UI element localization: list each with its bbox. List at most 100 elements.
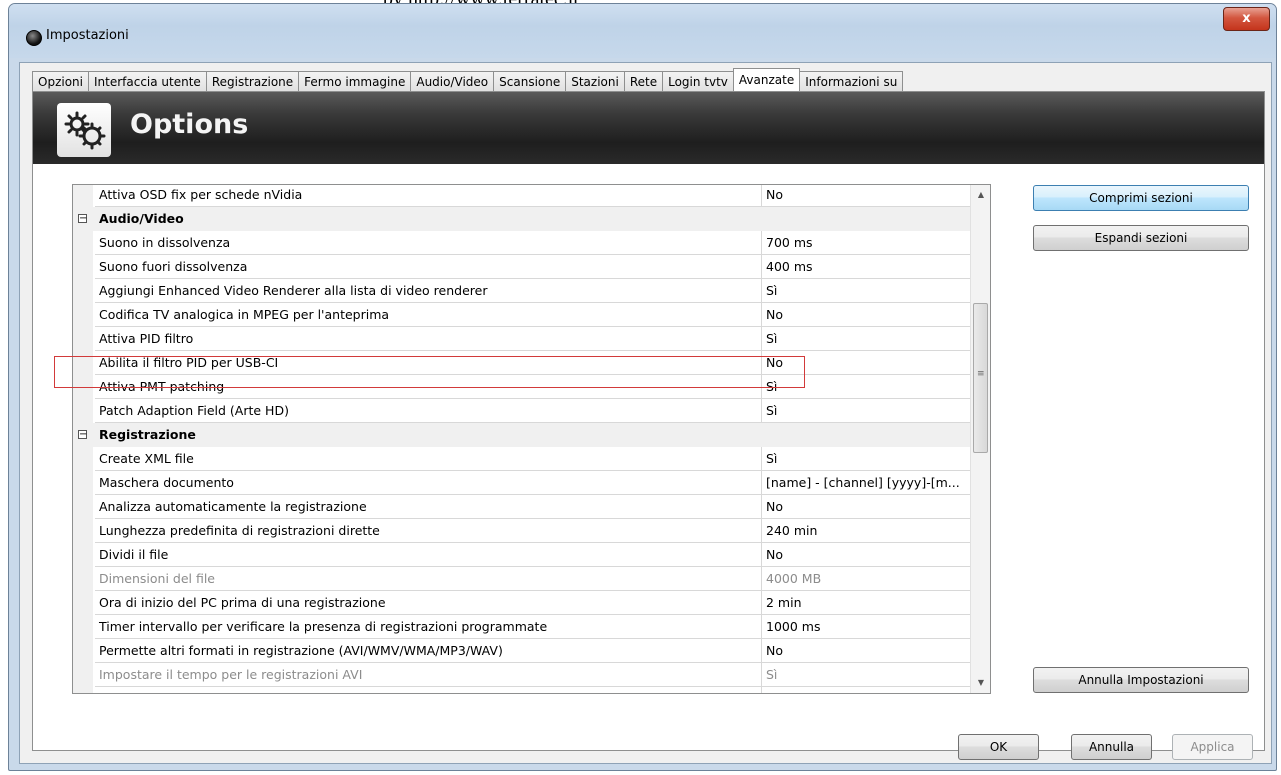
- property-value[interactable]: 2 min: [762, 591, 990, 615]
- grid-property-row[interactable]: Create XML file Sì: [73, 447, 990, 471]
- property-name: Suono in dissolvenza: [95, 231, 762, 255]
- title-bar: Impostazioni x: [9, 4, 1276, 58]
- property-value[interactable]: 240 min: [762, 519, 990, 543]
- property-value[interactable]: [name] - [channel] [yyyy]-[m...: [762, 471, 990, 495]
- property-name: Aggiungi Enhanced Video Renderer alla li…: [95, 279, 762, 303]
- options-banner: Options: [33, 92, 1264, 164]
- property-value[interactable]: No: [762, 495, 990, 519]
- property-value[interactable]: Sì: [762, 327, 990, 351]
- tab-avanzate[interactable]: Avanzate: [732, 68, 801, 91]
- property-name: Dimensioni del file: [95, 567, 762, 591]
- close-icon: x: [1242, 11, 1251, 26]
- grid-property-row[interactable]: Attiva PMT patching Sì: [73, 375, 990, 399]
- collapse-icon[interactable]: −: [78, 214, 87, 224]
- row-gutter: [73, 543, 93, 567]
- property-value[interactable]: No: [762, 303, 990, 327]
- category-value-cell: [762, 207, 990, 231]
- property-value[interactable]: Sì: [762, 447, 990, 471]
- property-value[interactable]: No: [762, 639, 990, 663]
- property-name: Maschera documento: [95, 471, 762, 495]
- app-icon: [26, 30, 42, 46]
- row-gutter: [73, 327, 93, 351]
- grid-property-row[interactable]: Permette altri formati in registrazione …: [73, 639, 990, 663]
- grid-category-row[interactable]: − Registrazione: [73, 423, 990, 447]
- property-value[interactable]: 4000 MB: [762, 567, 990, 591]
- grid-property-row[interactable]: Maschera documento [name] - [channel] [yy…: [73, 471, 990, 495]
- grid-property-row[interactable]: Attiva OSD fix per schede nVidia No: [73, 185, 990, 207]
- property-value[interactable]: 1000 ms: [762, 615, 990, 639]
- property-value[interactable]: Sì: [762, 399, 990, 423]
- grid-property-row[interactable]: Analizza automaticamente la registrazion…: [73, 495, 990, 519]
- tab-fermo-immagine[interactable]: Fermo immagine: [298, 71, 412, 91]
- row-gutter: [73, 399, 93, 423]
- row-gutter: [73, 687, 93, 693]
- grid-property-row[interactable]: Aggiungi Enhanced Video Renderer alla li…: [73, 279, 990, 303]
- grid-property-row[interactable]: Impostare il tempo per le registrazioni …: [73, 663, 990, 687]
- tab-page-avanzate: Options Ritardo audio per AVI0 msImposta…: [32, 91, 1265, 751]
- collapse-sections-button[interactable]: Comprimi sezioni: [1033, 185, 1249, 211]
- row-gutter: [73, 663, 93, 687]
- property-name: Impostare il tempo per le registrazioni …: [95, 663, 762, 687]
- property-value[interactable]: No: [762, 351, 990, 375]
- property-value[interactable]: Sì: [762, 375, 990, 399]
- property-name: Attiva PID filtro: [95, 327, 762, 351]
- row-gutter: −: [73, 207, 93, 231]
- category-value-cell: [762, 423, 990, 447]
- property-value[interactable]: 400 ms: [762, 255, 990, 279]
- grid-property-row[interactable]: Patch Adaption Field (Arte HD) Sì: [73, 399, 990, 423]
- apply-button[interactable]: Applica: [1172, 734, 1253, 760]
- grid-property-row[interactable]: Abilita il filtro PID per USB-CI No: [73, 351, 990, 375]
- close-button[interactable]: x: [1223, 7, 1270, 31]
- tab-audio-video[interactable]: Audio/Video: [410, 71, 495, 91]
- tab-interfaccia-utente[interactable]: Interfaccia utente: [87, 71, 207, 91]
- tab-stazioni[interactable]: Stazioni: [565, 71, 625, 91]
- row-gutter: [73, 567, 93, 591]
- row-gutter: [73, 615, 93, 639]
- property-name: Suono fuori dissolvenza: [95, 255, 762, 279]
- row-gutter: [73, 185, 93, 207]
- tab-rete[interactable]: Rete: [623, 71, 664, 91]
- grid-property-row[interactable]: Dividi il file No: [73, 543, 990, 567]
- grid-property-row[interactable]: Attiva PID filtro Sì: [73, 327, 990, 351]
- grid-category-row[interactable]: − Audio/Video: [73, 207, 990, 231]
- ok-button[interactable]: OK: [958, 734, 1039, 760]
- grid-property-row[interactable]: Suono fuori dissolvenza 400 ms: [73, 255, 990, 279]
- tab-informazioni-su[interactable]: Informazioni su: [799, 71, 904, 91]
- property-name: Attiva PMT patching: [95, 375, 762, 399]
- property-name: Dividi il file: [95, 543, 762, 567]
- grip-icon: ≡: [977, 369, 985, 379]
- grid-property-row[interactable]: Suono in dissolvenza 700 ms: [73, 231, 990, 255]
- property-value[interactable]: Sì: [762, 279, 990, 303]
- row-gutter: [73, 639, 93, 663]
- tab-opzioni[interactable]: Opzioni: [32, 71, 89, 91]
- expand-sections-button[interactable]: Espandi sezioni: [1033, 225, 1249, 251]
- grid-property-row[interactable]: Timer intervallo per verificare la prese…: [73, 615, 990, 639]
- property-value[interactable]: 700 ms: [762, 231, 990, 255]
- property-name: Codifica TV analogica in MPEG per l'ante…: [95, 303, 762, 327]
- grid-property-row[interactable]: Lunghezza predefinita di registrazioni d…: [73, 519, 990, 543]
- grid-property-row[interactable]: Codifica TV analogica in MPEG per l'ante…: [73, 303, 990, 327]
- reset-settings-button[interactable]: Annulla Impostazioni: [1033, 667, 1249, 693]
- scroll-up-arrow-icon[interactable]: ▲: [971, 185, 990, 205]
- cancel-button[interactable]: Annulla: [1071, 734, 1152, 760]
- property-name: Ritardo audio per AVI: [95, 687, 762, 693]
- property-value[interactable]: No: [762, 543, 990, 567]
- property-grid[interactable]: Ritardo audio per AVI0 msImpostare il te…: [72, 184, 991, 694]
- grid-property-row[interactable]: Ritardo audio per AVI0 ms: [73, 687, 990, 693]
- property-value[interactable]: Sì: [762, 663, 990, 687]
- grid-property-row[interactable]: Dimensioni del file 4000 MB: [73, 567, 990, 591]
- tab-login-tvtv[interactable]: Login tvtv: [662, 71, 734, 91]
- collapse-icon[interactable]: −: [78, 430, 87, 440]
- vertical-scrollbar[interactable]: ▲ ≡ ▼: [970, 185, 990, 693]
- property-value[interactable]: No: [762, 185, 990, 207]
- tab-registrazione[interactable]: Registrazione: [205, 71, 300, 91]
- property-name: Analizza automaticamente la registrazion…: [95, 495, 762, 519]
- grid-property-row[interactable]: Ora di inizio del PC prima di una regist…: [73, 591, 990, 615]
- scroll-down-arrow-icon[interactable]: ▼: [971, 673, 990, 693]
- row-gutter: [73, 447, 93, 471]
- tab-scansione[interactable]: Scansione: [493, 71, 567, 91]
- scroll-thumb[interactable]: ≡: [973, 303, 988, 453]
- gears-icon: [57, 103, 111, 157]
- property-value[interactable]: 0 ms: [762, 687, 990, 693]
- property-name: Abilita il filtro PID per USB-CI: [95, 351, 762, 375]
